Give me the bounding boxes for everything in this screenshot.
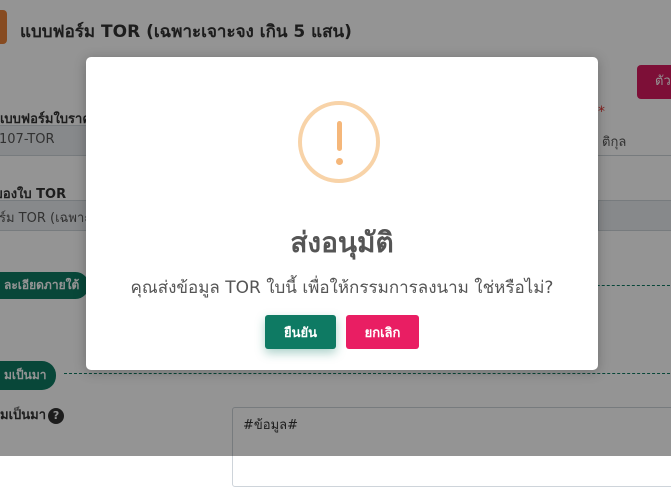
dialog-title: ส่งอนุมัติ: [290, 226, 394, 259]
confirm-button[interactable]: ยืนยัน: [265, 315, 336, 349]
confirm-dialog: ส่งอนุมัติ คุณส่งข้อมูล TOR ใบนี้ เพื่อใ…: [86, 57, 598, 370]
warning-icon-dot: [336, 158, 343, 165]
dialog-message: คุณส่งข้อมูล TOR ใบนี้ เพื่อให้กรรมการลง…: [130, 278, 554, 298]
warning-icon-bar: [337, 121, 342, 151]
cancel-button[interactable]: ยกเลิก: [346, 315, 419, 349]
warning-icon: [298, 101, 380, 183]
